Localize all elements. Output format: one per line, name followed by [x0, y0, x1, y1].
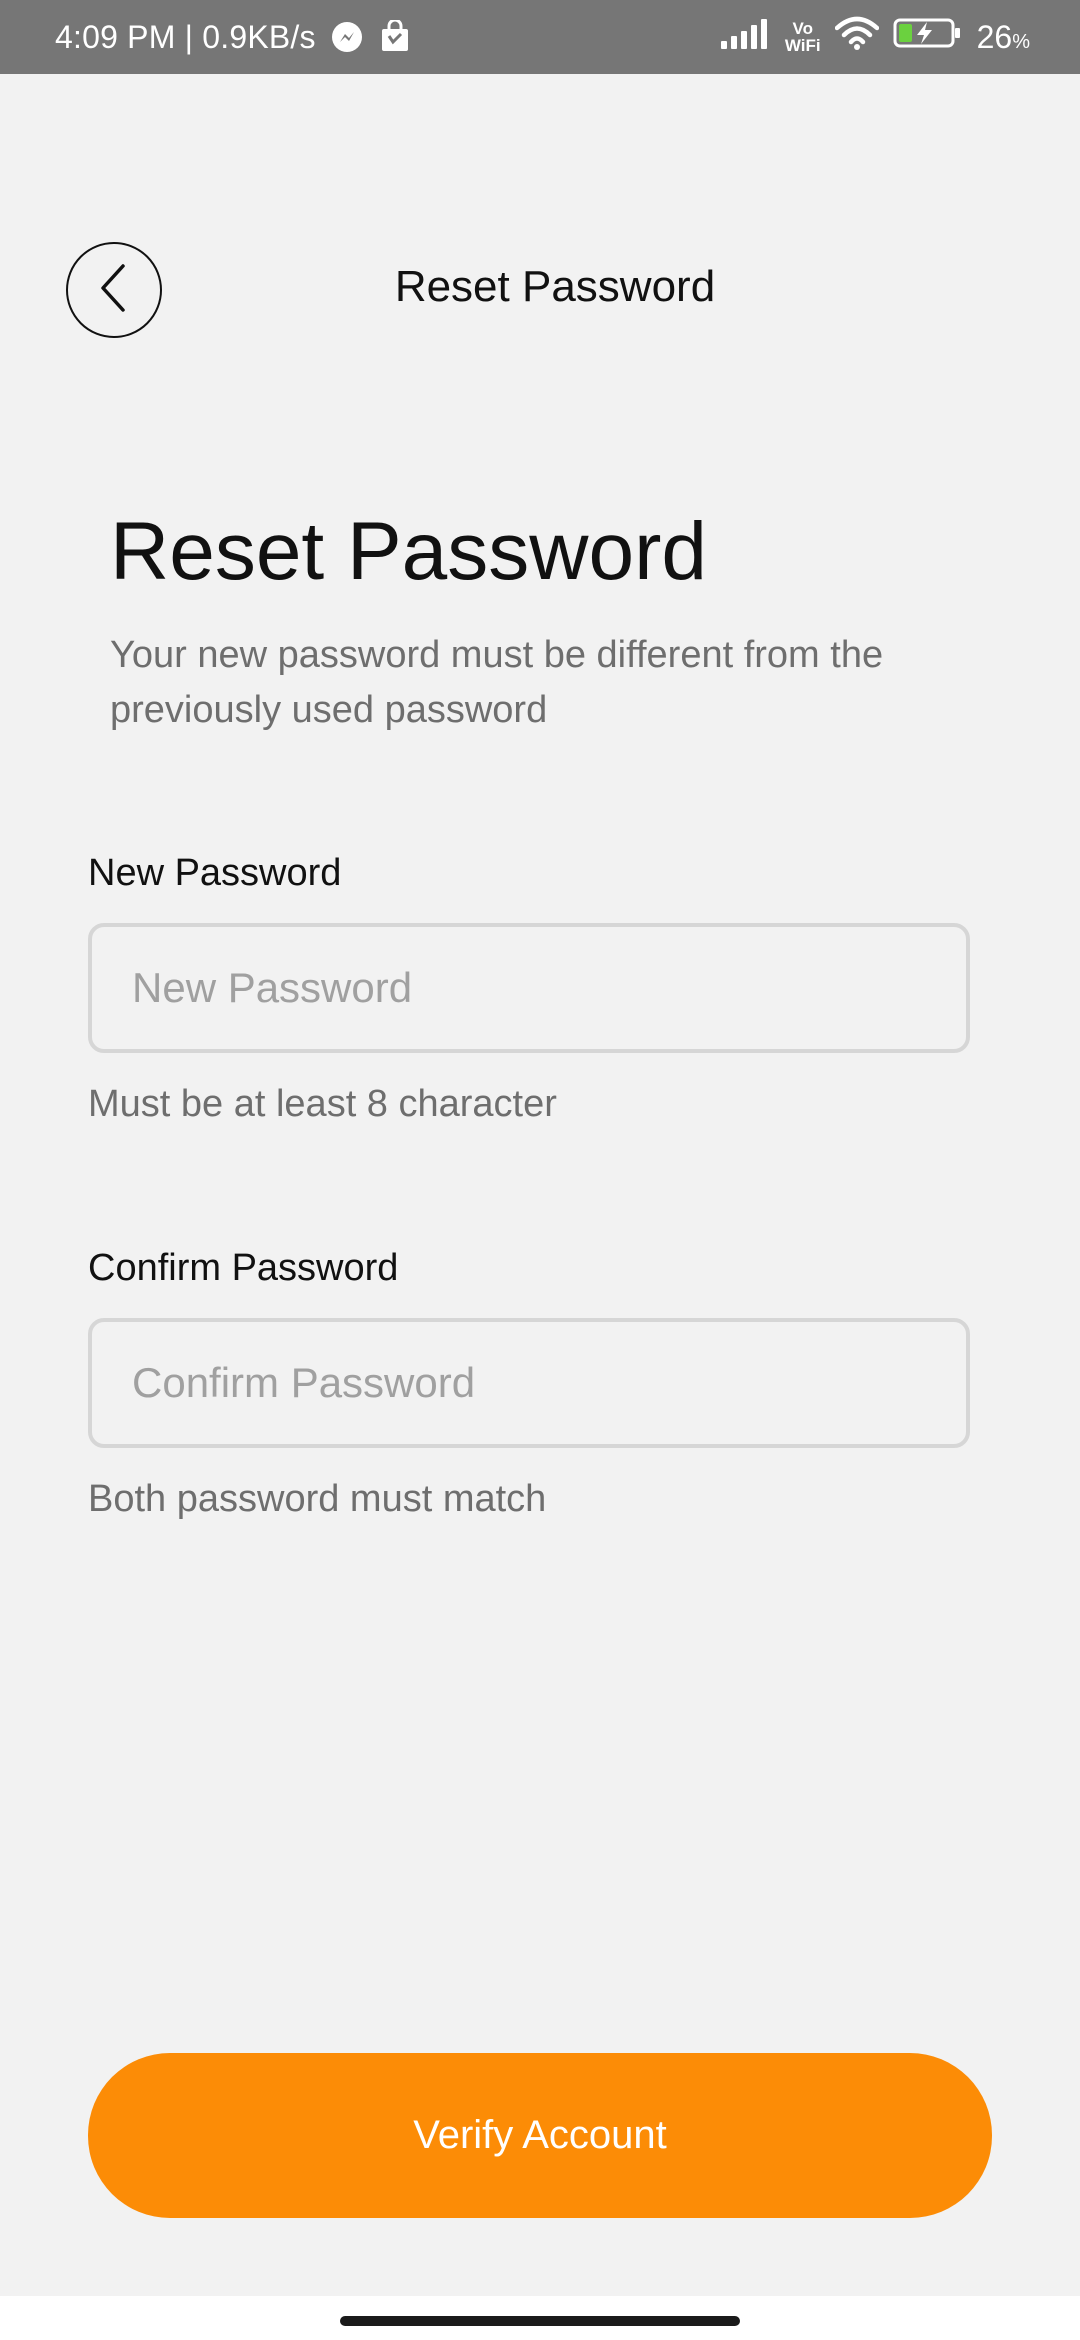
status-time-speed: 4:09 PM | 0.9KB/s [55, 18, 316, 55]
shopping-bag-icon [378, 20, 412, 54]
confirm-password-input[interactable] [88, 1318, 970, 1448]
messenger-icon [330, 20, 364, 54]
new-password-input[interactable] [88, 923, 970, 1053]
signal-icon [720, 17, 771, 57]
battery-percentage: 26% [977, 19, 1030, 56]
battery-value: 26 [976, 18, 1013, 55]
status-bar: 4:09 PM | 0.9KB/s Vo WiFi 26% [0, 0, 1080, 74]
vowifi-bottom: WiFi [784, 36, 821, 55]
battery-charging-icon [893, 16, 963, 58]
confirm-password-label: Confirm Password [88, 1247, 399, 1289]
navigation-bar [0, 2296, 1080, 2340]
confirm-password-hint: Both password must match [88, 1478, 547, 1520]
vowifi-top: Vo [792, 19, 813, 38]
page-title: Reset Password [110, 506, 708, 597]
battery-unit: % [1012, 30, 1030, 53]
vowifi-indicator: Vo WiFi [785, 20, 821, 54]
page-subtitle: Your new password must be different from… [110, 634, 884, 731]
home-indicator[interactable] [340, 2316, 740, 2326]
new-password-hint: Must be at least 8 character [88, 1083, 557, 1125]
new-password-label: New Password [88, 852, 342, 894]
verify-account-button[interactable]: Verify Account [88, 2053, 992, 2218]
wifi-icon [834, 16, 879, 58]
header-title: Reset Password [394, 262, 716, 311]
status-right: Vo WiFi 26% [720, 0, 1030, 74]
status-left: 4:09 PM | 0.9KB/s [55, 0, 412, 74]
